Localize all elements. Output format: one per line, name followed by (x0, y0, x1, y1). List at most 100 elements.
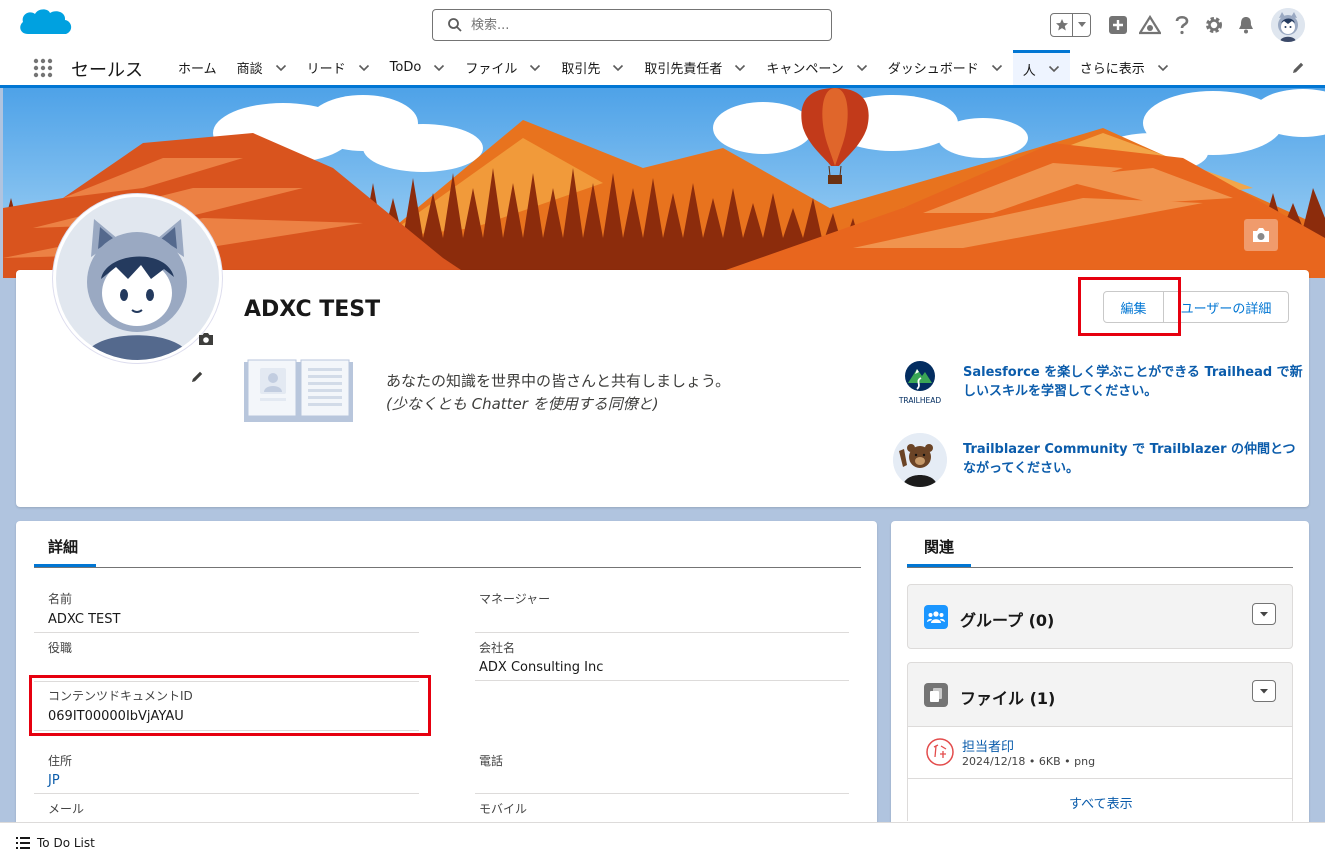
groups-icon (924, 605, 948, 629)
field-value-content-document-id: 069IT00000IbVjAYAU (48, 709, 184, 724)
trailblazer-bear-avatar[interactable] (893, 433, 947, 487)
favorites-button[interactable] (1050, 13, 1091, 37)
app-launcher-icon[interactable] (33, 58, 53, 78)
todo-list-button[interactable]: To Do List (37, 836, 95, 850)
utility-bar: To Do List (0, 822, 1325, 852)
tab-related[interactable]: 関連 (924, 536, 954, 557)
share-line-2: (少なくとも Chatter を使用する同僚と) (386, 395, 659, 413)
nav-item[interactable]: ファイル (455, 50, 551, 85)
nav-item[interactable]: リード (297, 50, 380, 85)
nav-item[interactable]: 人 (1012, 50, 1070, 85)
svg-text:TRAILHEAD: TRAILHEAD (898, 396, 942, 405)
field-label-address: 住所 (48, 754, 73, 768)
chevron-down-icon[interactable] (275, 62, 287, 74)
chevron-down-icon[interactable] (529, 62, 541, 74)
field-divider (34, 730, 419, 731)
nav-item-label[interactable]: 人 (1023, 60, 1036, 79)
header-utilities (1050, 8, 1305, 42)
view-all-link[interactable]: すべて表示 (1069, 793, 1133, 812)
trailhead-link[interactable]: Salesforce を楽しく学ぶことができる Trailhead で新しいスキ… (963, 363, 1308, 401)
nav-item-label[interactable]: 商談 (237, 58, 263, 77)
edit-button[interactable]: 編集 (1103, 291, 1164, 323)
nav-item-label[interactable]: 取引先 (561, 58, 600, 77)
nav-item[interactable]: 取引先 (551, 50, 634, 85)
field-label-mobile: モバイル (479, 802, 528, 816)
field-label-manager: マネージャー (479, 592, 551, 606)
nav-item[interactable]: キャンペーン (756, 50, 877, 85)
seal-stamp-thumbnail-icon[interactable] (925, 737, 955, 767)
todo-list-icon[interactable] (16, 837, 30, 849)
app-name: セールス (71, 60, 143, 81)
open-book-illustration-icon (244, 358, 353, 422)
chevron-down-icon[interactable] (1048, 63, 1060, 75)
nav-item[interactable]: さらに表示 (1070, 50, 1179, 85)
nav-item[interactable]: 商談 (227, 50, 297, 85)
profile-photo[interactable] (53, 194, 222, 363)
field-value-address[interactable]: JP (48, 773, 60, 788)
tab-details[interactable]: 詳細 (48, 536, 78, 557)
global-search[interactable] (432, 9, 832, 41)
nav-item[interactable]: ホーム (168, 50, 227, 85)
field-divider (34, 793, 419, 794)
nav-item[interactable]: 取引先責任者 (634, 50, 756, 85)
related-files-title[interactable]: ファイル (1) (960, 685, 1055, 709)
field-divider (34, 632, 419, 633)
salesforce-logo[interactable] (16, 4, 78, 46)
avatar-camera-icon[interactable] (198, 332, 214, 346)
nav-item-label[interactable]: ダッシュボード (888, 58, 979, 77)
files-menu-dropdown[interactable] (1252, 680, 1276, 702)
chatter-share-prompt: あなたの知識を世界中の皆さんと共有しましょう。 (少なくとも Chatter を… (386, 370, 730, 416)
related-groups-title[interactable]: グループ (0) (960, 607, 1054, 631)
nav-item-label[interactable]: ToDo (390, 60, 422, 75)
chevron-down-icon[interactable] (991, 62, 1003, 74)
nav-item-label[interactable]: キャンペーン (766, 58, 843, 77)
field-divider (34, 681, 419, 682)
chevron-down-icon[interactable] (1157, 62, 1169, 74)
chevron-down-icon[interactable] (433, 62, 445, 74)
field-label-name: 名前 (48, 592, 73, 606)
profile-action-buttons: 編集 ユーザーの詳細 (1103, 291, 1289, 323)
field-label-title: 役職 (48, 641, 73, 655)
file-name-link[interactable]: 担当者印 (962, 736, 1014, 755)
edit-nav-pencil-icon[interactable] (1291, 61, 1305, 75)
chevron-down-icon[interactable] (734, 62, 746, 74)
camera-icon (1253, 228, 1269, 242)
field-label-company: 会社名 (479, 641, 516, 655)
field-value-name: ADXC TEST (48, 612, 121, 627)
nav-item-label[interactable]: ホーム (178, 58, 217, 77)
global-add-icon[interactable] (1107, 14, 1129, 36)
nav-item[interactable]: ToDo (380, 50, 456, 85)
nav-item-label[interactable]: 取引先責任者 (644, 58, 722, 77)
share-line-1: あなたの知識を世界中の皆さんと共有しましょう。 (386, 372, 731, 390)
setup-gear-icon[interactable] (1203, 14, 1225, 36)
search-input[interactable] (471, 15, 811, 35)
chevron-down-icon[interactable] (612, 62, 624, 74)
banner-camera-button[interactable] (1244, 219, 1278, 251)
nav-item-label[interactable]: ファイル (465, 58, 517, 77)
nav-item[interactable]: ダッシュボード (878, 50, 1013, 85)
app-navigation-bar: セールス ホーム 商談 リード ToDo ファイル 取引先 取引先責任者 キャンペーン ダッシュ… (0, 50, 1325, 88)
chevron-down-icon[interactable] (358, 62, 370, 74)
user-avatar-button[interactable] (1271, 8, 1305, 42)
star-icon[interactable] (1051, 14, 1073, 36)
nav-item-label[interactable]: リード (307, 58, 346, 77)
favorites-dropdown-icon[interactable] (1073, 22, 1090, 28)
help-icon[interactable] (1171, 14, 1193, 36)
field-divider (475, 680, 849, 681)
field-divider (475, 793, 849, 794)
edit-photo-pencil-icon[interactable] (190, 370, 204, 384)
files-icon (924, 683, 948, 707)
chevron-down-icon[interactable] (856, 62, 868, 74)
field-label-email: メール (48, 802, 85, 816)
global-header (0, 0, 1325, 50)
user-detail-button[interactable]: ユーザーの詳細 (1164, 291, 1289, 323)
trailhead-guidance-icon[interactable] (1139, 14, 1161, 36)
nav-items: ホーム 商談 リード ToDo ファイル 取引先 取引先責任者 キャンペーン ダッシュボード 人 さ… (168, 50, 1179, 85)
nav-item-label[interactable]: さらに表示 (1080, 58, 1145, 77)
trailhead-logo[interactable]: TRAILHEAD (893, 359, 947, 405)
trailblazer-community-link[interactable]: Trailblazer Community で Trailblazer の仲間と… (963, 440, 1308, 478)
chevron-down-icon (1260, 688, 1268, 693)
groups-menu-dropdown[interactable] (1252, 603, 1276, 625)
notifications-bell-icon[interactable] (1235, 14, 1257, 36)
tab-related-divider (907, 567, 1293, 568)
